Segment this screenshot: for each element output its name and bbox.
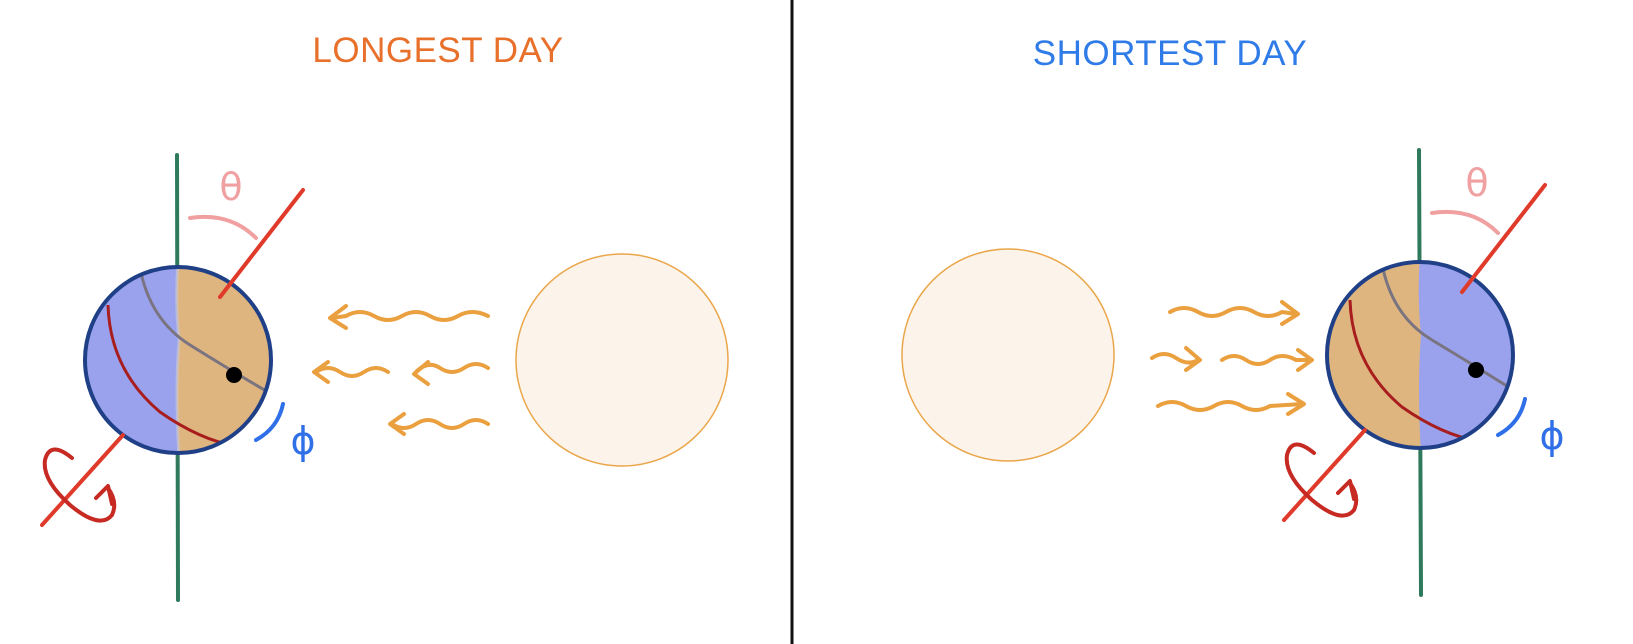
right-rotation-arrowhead: [1336, 479, 1356, 501]
right-light-rays: [1150, 300, 1314, 416]
left-phi-label: ϕ: [290, 419, 315, 463]
left-light-ray-2b-head: [412, 360, 430, 386]
right-observer-dot: [1468, 362, 1484, 378]
right-light-ray-2a: [1150, 352, 1200, 365]
right-panel: θ ϕ: [901, 148, 1565, 597]
left-rotation-arrowhead: [94, 484, 114, 506]
right-phi-label: ϕ: [1539, 414, 1564, 458]
left-light-ray-3: [390, 418, 490, 430]
right-sun: [901, 248, 1115, 462]
diagram-svg: LONGEST DAY SHORTEST DAY θ ϕ θ ϕ: [40, 0, 1565, 644]
left-theta-label: θ: [219, 165, 242, 209]
longest-day-title: LONGEST DAY: [312, 31, 563, 70]
right-light-ray-1: [1168, 306, 1298, 318]
left-observer-dot: [226, 367, 242, 383]
right-light-ray-2b: [1220, 354, 1312, 366]
left-earth: [85, 267, 271, 453]
right-light-ray-2a-head: [1184, 346, 1202, 372]
right-theta-arc: [1430, 209, 1500, 235]
left-light-ray-3-head: [388, 412, 406, 436]
left-light-ray-2a: [314, 366, 390, 378]
left-panel: θ ϕ: [40, 153, 729, 602]
right-light-ray-3: [1156, 400, 1304, 412]
right-earth: [1327, 262, 1513, 448]
diagram-canvas: LONGEST DAY SHORTEST DAY θ ϕ θ ϕ: [0, 0, 1633, 644]
left-light-rays: [312, 304, 490, 436]
right-phi-arc: [1496, 397, 1527, 437]
left-light-ray-1: [330, 310, 490, 322]
left-light-ray-2a-head: [312, 360, 330, 384]
shortest-day-title: SHORTEST DAY: [1033, 34, 1307, 73]
left-sun: [515, 253, 729, 467]
left-earth-night-half: [85, 267, 180, 453]
right-theta-label: θ: [1465, 161, 1488, 205]
right-earth-day-half: [1327, 262, 1422, 448]
left-theta-arc: [188, 214, 258, 240]
left-phi-arc: [254, 402, 285, 442]
